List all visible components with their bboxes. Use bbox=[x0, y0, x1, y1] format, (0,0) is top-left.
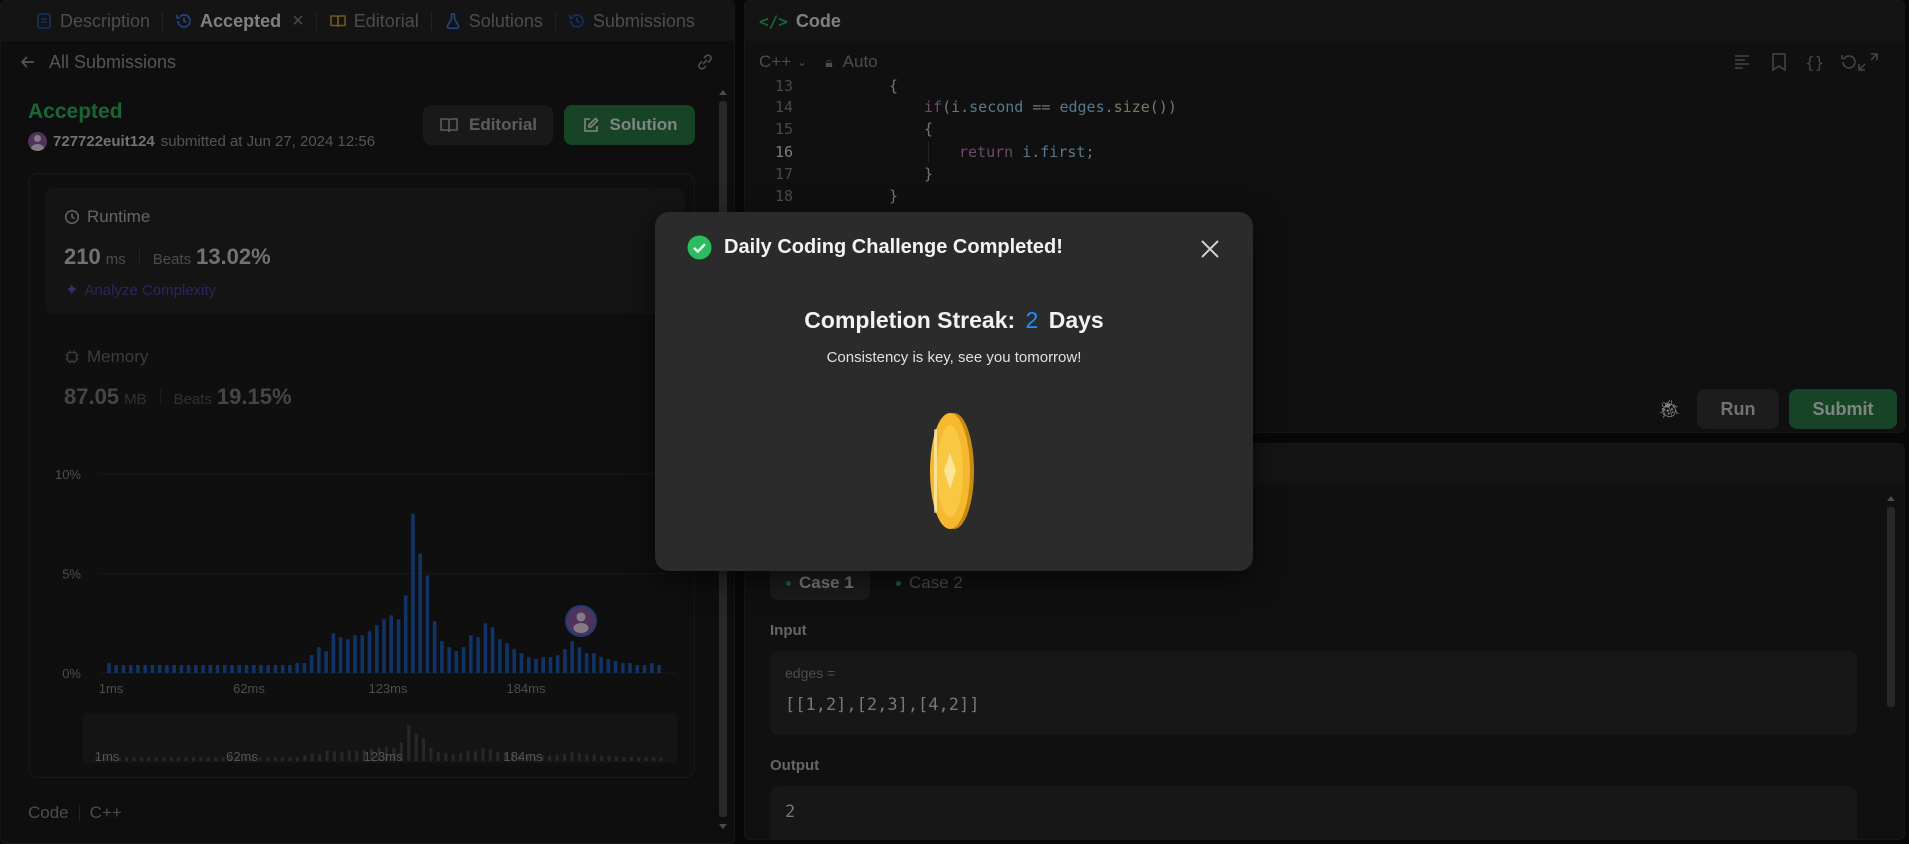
streak-prefix: Completion Streak: bbox=[804, 307, 1016, 333]
streak-number: 2 bbox=[1025, 307, 1039, 333]
coin-icon bbox=[930, 413, 974, 529]
dialog-header: Daily Coding Challenge Completed! bbox=[687, 235, 1063, 260]
close-icon[interactable] bbox=[1195, 234, 1225, 264]
check-circle-icon bbox=[687, 235, 712, 260]
streak-suffix: Days bbox=[1048, 307, 1104, 333]
dialog-subtitle: Consistency is key, see you tomorrow! bbox=[826, 349, 1082, 366]
challenge-completed-dialog: Daily Coding Challenge Completed! Comple… bbox=[655, 212, 1253, 571]
completion-streak: Completion Streak: 2 Days bbox=[655, 307, 1253, 334]
app-root: Description Accepted × Editorial Solutio… bbox=[0, 0, 1909, 844]
dialog-title: Daily Coding Challenge Completed! bbox=[724, 236, 1063, 258]
